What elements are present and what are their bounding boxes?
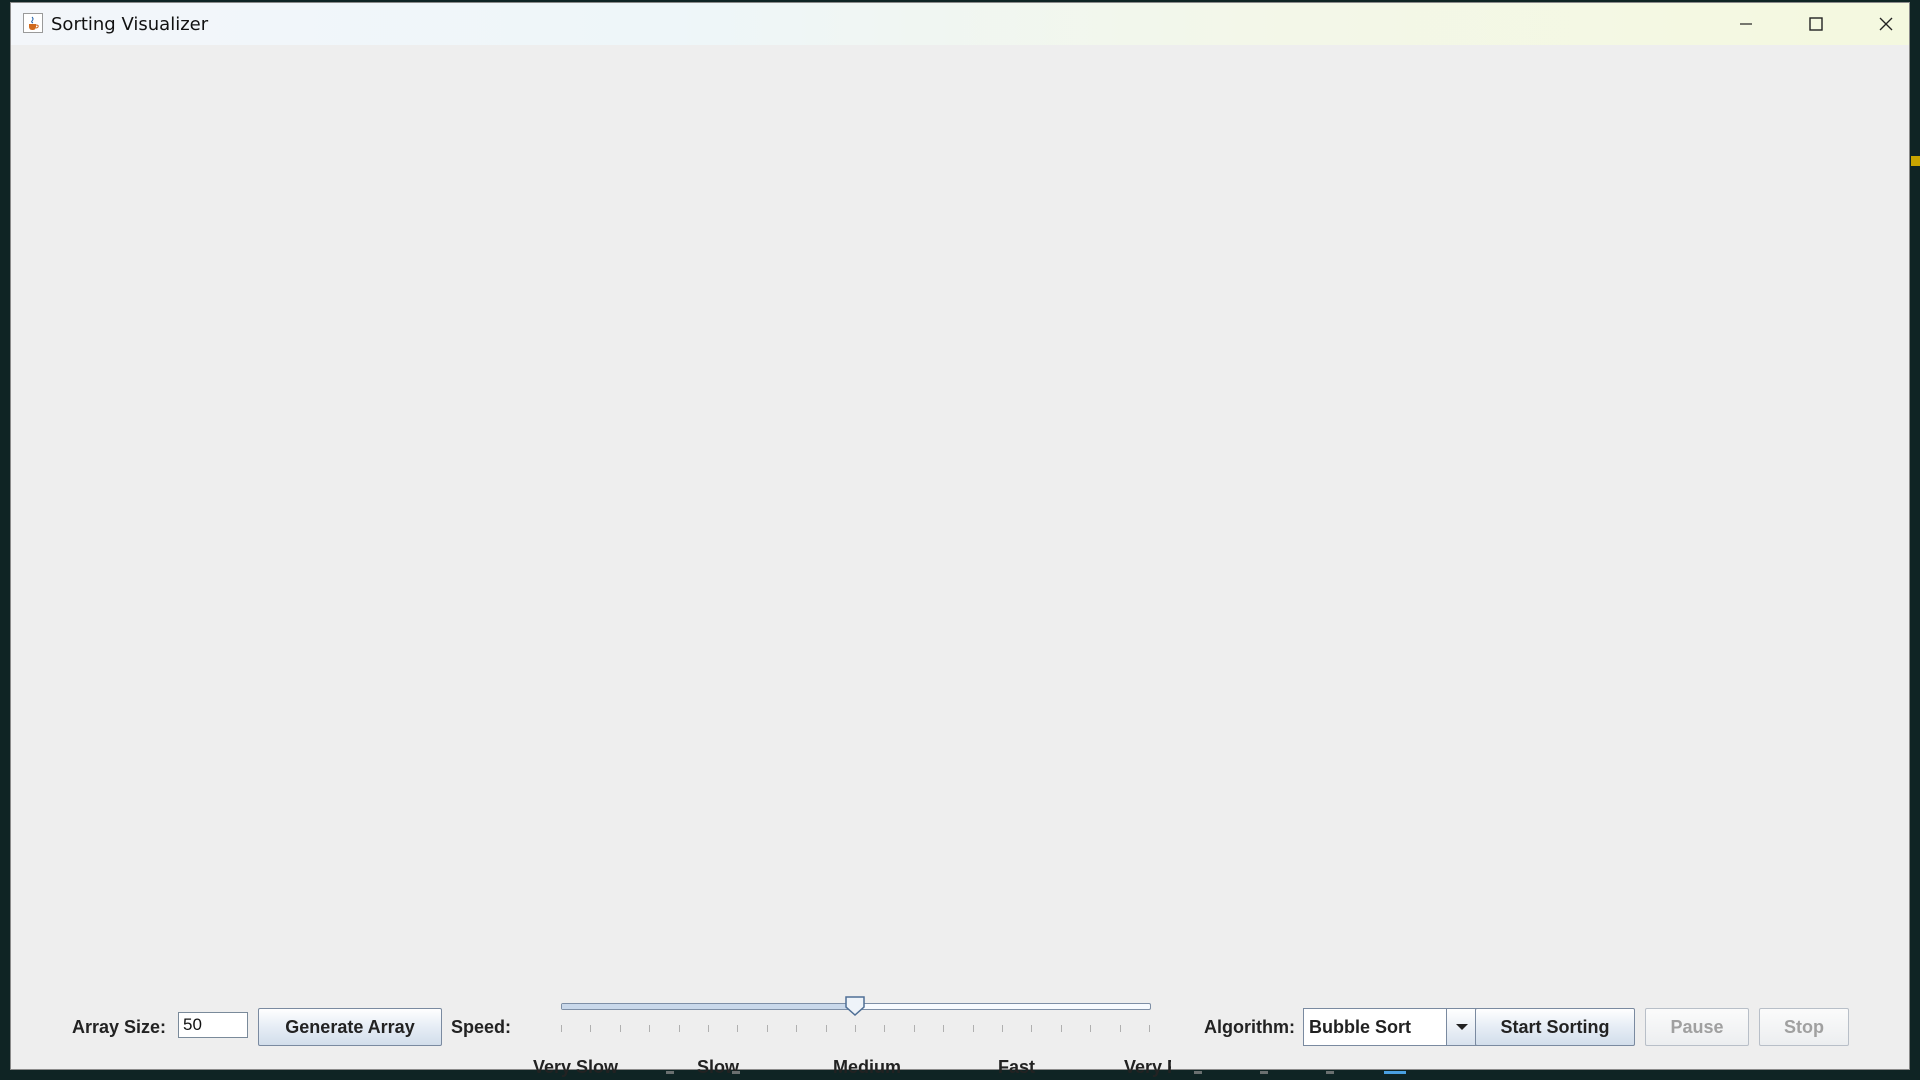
slider-tick — [972, 1025, 974, 1032]
slider-tick — [943, 1025, 945, 1032]
algorithm-dropdown[interactable]: Bubble Sort — [1303, 1008, 1478, 1046]
slider-tick — [1031, 1025, 1033, 1032]
slider-tick — [649, 1025, 651, 1032]
minimize-icon — [1740, 23, 1752, 25]
close-icon — [1879, 17, 1893, 31]
speed-tick-label: Medium — [833, 1057, 902, 1077]
app-window: Sorting Visualizer Array Size: Generate … — [10, 2, 1910, 1077]
slider-tick — [796, 1025, 798, 1032]
slider-tick — [619, 1025, 621, 1032]
visualization-canvas — [11, 45, 1909, 975]
slider-tick — [1060, 1025, 1062, 1032]
slider-tick — [766, 1025, 768, 1032]
slider-tick — [884, 1025, 886, 1032]
taskbar-indicator — [732, 1071, 740, 1074]
slider-tick — [678, 1025, 680, 1032]
slider-tick — [561, 1025, 562, 1032]
array-size-input[interactable] — [178, 1012, 248, 1038]
slider-fill — [562, 1004, 856, 1009]
speed-slider[interactable]: Very Slow Slow Medium Fast Very Fast — [533, 995, 1171, 1077]
close-button[interactable] — [1851, 3, 1920, 45]
taskbar-indicator — [666, 1071, 674, 1074]
algorithm-label: Algorithm: — [1204, 1017, 1295, 1037]
generate-array-button[interactable]: Generate Array — [258, 1008, 442, 1046]
slider-tick — [1149, 1025, 1150, 1032]
algorithm-selected-value: Bubble Sort — [1309, 1017, 1411, 1037]
minimize-button[interactable] — [1711, 3, 1781, 45]
slider-tick — [855, 1025, 856, 1032]
slider-thumb[interactable] — [844, 995, 866, 1017]
taskbar-indicator — [1326, 1071, 1334, 1074]
title-bar[interactable]: Sorting Visualizer — [11, 3, 1909, 45]
window-title: Sorting Visualizer — [51, 14, 209, 35]
start-sorting-button[interactable]: Start Sorting — [1475, 1008, 1635, 1046]
speed-tick-label: Very Fast — [1124, 1057, 1171, 1077]
taskbar-indicator — [1194, 1071, 1202, 1074]
slider-tick — [1002, 1025, 1003, 1032]
stop-button[interactable]: Stop — [1759, 1008, 1849, 1046]
slider-tick — [825, 1025, 827, 1032]
array-size-label: Array Size: — [72, 1017, 167, 1037]
slider-tick — [708, 1025, 709, 1032]
maximize-icon — [1809, 17, 1823, 31]
pause-button[interactable]: Pause — [1645, 1008, 1749, 1046]
chevron-down-icon — [1456, 1024, 1468, 1030]
control-panel: Array Size: Generate Array Speed: Very S… — [11, 975, 1909, 1077]
slider-tick — [1090, 1025, 1092, 1032]
maximize-button[interactable] — [1781, 3, 1851, 45]
java-cup-icon — [23, 13, 43, 33]
slider-tick — [1119, 1025, 1121, 1032]
taskbar-indicator — [1260, 1071, 1268, 1074]
speed-tick-label: Very Slow — [533, 1057, 619, 1077]
slider-tick — [737, 1025, 739, 1032]
slider-tick — [590, 1025, 592, 1032]
speed-tick-label: Fast — [998, 1057, 1036, 1077]
dropdown-arrow-button[interactable] — [1446, 1009, 1477, 1045]
slider-tick — [913, 1025, 915, 1032]
edge-indicator — [1911, 156, 1920, 166]
taskbar-indicator — [1384, 1071, 1406, 1074]
speed-label: Speed: — [451, 1017, 512, 1037]
speed-tick-label: Slow — [697, 1057, 740, 1077]
